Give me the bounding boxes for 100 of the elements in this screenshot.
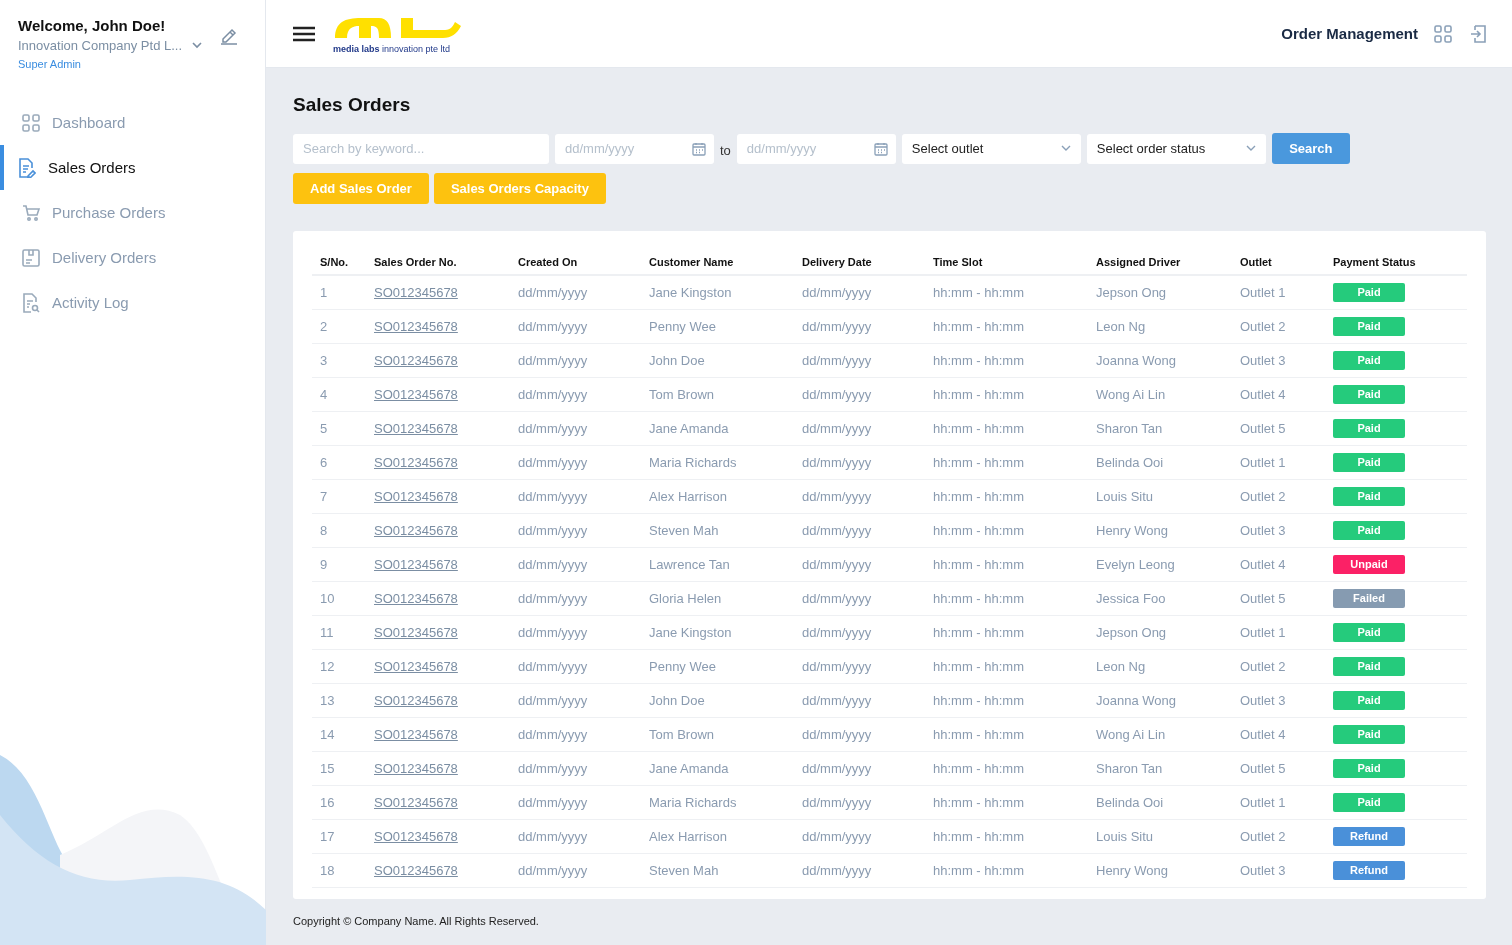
outlet-cell: Outlet 3 bbox=[1240, 693, 1286, 708]
date-to-field[interactable]: dd/mm/yyyy bbox=[736, 133, 896, 164]
sidebar-item[interactable]: Delivery Orders bbox=[0, 235, 265, 280]
row-number: 10 bbox=[320, 591, 335, 606]
order-number-link[interactable]: SO012345678 bbox=[374, 863, 458, 878]
chevron-down-icon[interactable] bbox=[192, 42, 203, 49]
delivery-date-cell: dd/mm/yyyy bbox=[802, 557, 872, 572]
delivery-date-cell: dd/mm/yyyy bbox=[802, 761, 872, 776]
order-number-link[interactable]: SO012345678 bbox=[374, 285, 458, 300]
clipboard-icon bbox=[22, 248, 40, 267]
order-number-link[interactable]: SO012345678 bbox=[374, 319, 458, 334]
driver-name-cell: Jessica Foo bbox=[1096, 591, 1166, 606]
payment-status-badge: Paid bbox=[1333, 385, 1405, 404]
logout-icon[interactable] bbox=[1470, 24, 1486, 43]
time-slot-cell: hh:mm - hh:mm bbox=[933, 285, 1024, 300]
customer-name-cell: Penny Wee bbox=[649, 319, 716, 334]
outlet-cell: Outlet 3 bbox=[1240, 353, 1286, 368]
payment-status-badge: Paid bbox=[1333, 657, 1405, 676]
outlet-cell: Outlet 1 bbox=[1240, 795, 1286, 810]
outlet-cell: Outlet 4 bbox=[1240, 387, 1286, 402]
delivery-date-cell: dd/mm/yyyy bbox=[802, 863, 872, 878]
delivery-date-cell: dd/mm/yyyy bbox=[802, 625, 872, 640]
created-date-cell: dd/mm/yyyy bbox=[518, 795, 588, 810]
row-number: 4 bbox=[320, 387, 328, 402]
row-number: 1 bbox=[320, 285, 328, 300]
delivery-date-cell: dd/mm/yyyy bbox=[802, 319, 872, 334]
delivery-date-cell: dd/mm/yyyy bbox=[802, 591, 872, 606]
date-from-field[interactable]: dd/mm/yyyy bbox=[555, 133, 714, 164]
row-number: 14 bbox=[320, 727, 335, 742]
order-number-link[interactable]: SO012345678 bbox=[374, 387, 458, 402]
order-number-link[interactable]: SO012345678 bbox=[374, 727, 458, 742]
outlet-cell: Outlet 5 bbox=[1240, 761, 1286, 776]
sidebar-item[interactable]: Purchase Orders bbox=[0, 190, 265, 235]
welcome-text: Welcome, John Doe! bbox=[18, 17, 167, 34]
created-date-cell: dd/mm/yyyy bbox=[518, 489, 588, 504]
time-slot-cell: hh:mm - hh:mm bbox=[933, 319, 1024, 334]
outlet-dropdown[interactable]: Select outlet bbox=[901, 133, 1081, 164]
order-number-link[interactable]: SO012345678 bbox=[374, 523, 458, 538]
outlet-cell: Outlet 2 bbox=[1240, 829, 1286, 844]
order-number-link[interactable]: SO012345678 bbox=[374, 591, 458, 606]
row-number: 11 bbox=[320, 625, 334, 640]
time-slot-cell: hh:mm - hh:mm bbox=[933, 557, 1024, 572]
order-status-dropdown[interactable]: Select order status bbox=[1086, 133, 1266, 164]
customer-name-cell: Jane Kingston bbox=[649, 285, 732, 300]
outlet-cell: Outlet 5 bbox=[1240, 591, 1286, 606]
created-date-cell: dd/mm/yyyy bbox=[518, 829, 588, 844]
order-number-link[interactable]: SO012345678 bbox=[374, 659, 458, 674]
delivery-date-cell: dd/mm/yyyy bbox=[802, 421, 872, 436]
created-date-cell: dd/mm/yyyy bbox=[518, 353, 588, 368]
driver-name-cell: Louis Situ bbox=[1096, 829, 1154, 844]
payment-status-badge: Paid bbox=[1333, 453, 1405, 472]
column-header: Payment Status bbox=[1333, 256, 1416, 268]
order-number-link[interactable]: SO012345678 bbox=[374, 489, 458, 504]
delivery-date-cell: dd/mm/yyyy bbox=[802, 523, 872, 538]
apps-grid-icon[interactable] bbox=[1434, 24, 1452, 43]
row-number: 7 bbox=[320, 489, 328, 504]
copyright-text: Copyright © Company Name. All Rights Reserved. bbox=[293, 915, 540, 927]
search-button[interactable]: Search bbox=[1271, 133, 1350, 164]
grid-icon bbox=[22, 113, 40, 132]
delivery-date-cell: dd/mm/yyyy bbox=[802, 387, 872, 402]
order-number-link[interactable]: SO012345678 bbox=[374, 829, 458, 844]
driver-name-cell: Wong Ai Lin bbox=[1096, 727, 1166, 742]
delivery-date-cell: dd/mm/yyyy bbox=[802, 489, 872, 504]
driver-name-cell: Sharon Tan bbox=[1096, 421, 1163, 436]
document-edit-icon bbox=[18, 157, 36, 178]
sidebar-item[interactable]: Activity Log bbox=[0, 280, 265, 325]
created-date-cell: dd/mm/yyyy bbox=[518, 285, 588, 300]
outlet-cell: Outlet 2 bbox=[1240, 319, 1286, 334]
sidebar-item[interactable]: Dashboard bbox=[0, 100, 265, 145]
search-field[interactable]: Search by keyword... bbox=[293, 133, 549, 164]
created-date-cell: dd/mm/yyyy bbox=[518, 319, 588, 334]
order-number-link[interactable]: SO012345678 bbox=[374, 625, 458, 640]
payment-status-badge: Paid bbox=[1333, 759, 1405, 778]
order-number-link[interactable]: SO012345678 bbox=[374, 693, 458, 708]
created-date-cell: dd/mm/yyyy bbox=[518, 863, 588, 878]
created-date-cell: dd/mm/yyyy bbox=[518, 455, 588, 470]
time-slot-cell: hh:mm - hh:mm bbox=[933, 625, 1024, 640]
row-number: 9 bbox=[320, 557, 328, 572]
driver-name-cell: Leon Ng bbox=[1096, 659, 1146, 674]
outlet-cell: Outlet 1 bbox=[1240, 285, 1286, 300]
outlet-cell: Outlet 3 bbox=[1240, 863, 1286, 878]
calendar-icon[interactable] bbox=[873, 141, 888, 156]
document-search-icon bbox=[22, 292, 40, 313]
menu-icon[interactable] bbox=[293, 25, 315, 42]
order-number-link[interactable]: SO012345678 bbox=[374, 761, 458, 776]
cart-icon bbox=[22, 203, 40, 222]
customer-name-cell: Jane Amanda bbox=[649, 761, 729, 776]
order-number-link[interactable]: SO012345678 bbox=[374, 795, 458, 810]
order-number-link[interactable]: SO012345678 bbox=[374, 353, 458, 368]
column-header: Customer Name bbox=[649, 256, 734, 268]
created-date-cell: dd/mm/yyyy bbox=[518, 591, 588, 606]
outlet-cell: Outlet 2 bbox=[1240, 659, 1286, 674]
order-number-link[interactable]: SO012345678 bbox=[374, 557, 458, 572]
order-number-link[interactable]: SO012345678 bbox=[374, 455, 458, 470]
order-number-link[interactable]: SO012345678 bbox=[374, 421, 458, 436]
calendar-icon[interactable] bbox=[692, 141, 706, 156]
company-name[interactable]: Innovation Company Ptd L... bbox=[18, 38, 183, 53]
driver-name-cell: Louis Situ bbox=[1096, 489, 1154, 504]
created-date-cell: dd/mm/yyyy bbox=[518, 523, 588, 538]
customer-name-cell: Tom Brown bbox=[649, 727, 715, 742]
